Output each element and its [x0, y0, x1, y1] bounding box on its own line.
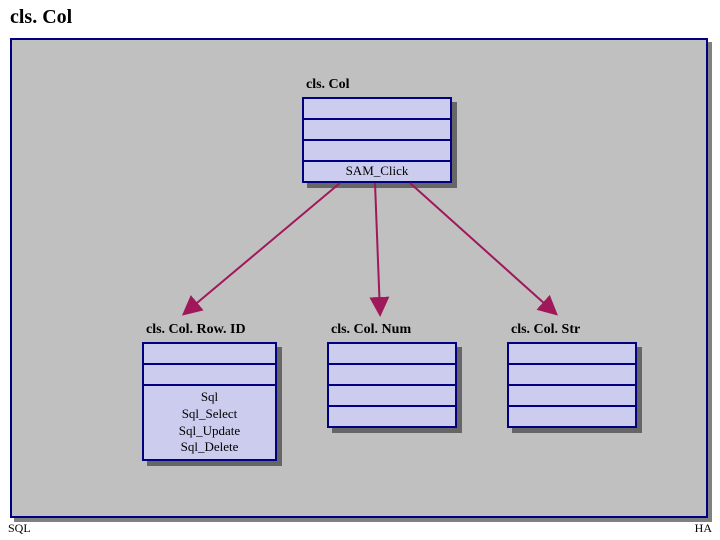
class-num-name: cls. Col. Num	[327, 320, 457, 342]
empty-row	[509, 386, 635, 407]
footer-right: HA	[695, 521, 712, 536]
empty-row	[144, 365, 275, 386]
empty-row	[329, 386, 455, 407]
empty-row	[304, 99, 450, 120]
class-rowid-ops: Sql Sql_Select Sql_Update Sql_Delete	[144, 386, 275, 460]
footer-left: SQL	[8, 521, 31, 536]
class-parent-name: cls. Col	[302, 75, 452, 97]
empty-row	[509, 407, 635, 426]
op: Sql_Delete	[146, 439, 273, 456]
class-rowid: cls. Col. Row. ID Sql Sql_Select Sql_Upd…	[142, 320, 277, 461]
class-num: cls. Col. Num	[327, 320, 457, 428]
class-parent-box: SAM_Click	[302, 97, 452, 183]
empty-row	[304, 120, 450, 141]
class-parent-method: SAM_Click	[304, 162, 450, 181]
class-rowid-box: Sql Sql_Select Sql_Update Sql_Delete	[142, 342, 277, 461]
class-num-box	[327, 342, 457, 428]
slide-title: cls. Col	[10, 6, 72, 29]
class-str-name: cls. Col. Str	[507, 320, 637, 342]
empty-row	[329, 365, 455, 386]
class-parent: cls. Col SAM_Click	[302, 75, 452, 183]
empty-row	[509, 365, 635, 386]
class-str-box	[507, 342, 637, 428]
diagram-canvas: cls. Col SAM_Click cls. Col. Row. ID Sql…	[10, 38, 708, 518]
empty-row	[329, 344, 455, 365]
op: Sql	[146, 389, 273, 406]
class-rowid-name: cls. Col. Row. ID	[142, 320, 277, 342]
empty-row	[304, 141, 450, 162]
empty-row	[144, 344, 275, 365]
op: Sql_Select	[146, 406, 273, 423]
empty-row	[509, 344, 635, 365]
empty-row	[329, 407, 455, 426]
class-str: cls. Col. Str	[507, 320, 637, 428]
op: Sql_Update	[146, 423, 273, 440]
